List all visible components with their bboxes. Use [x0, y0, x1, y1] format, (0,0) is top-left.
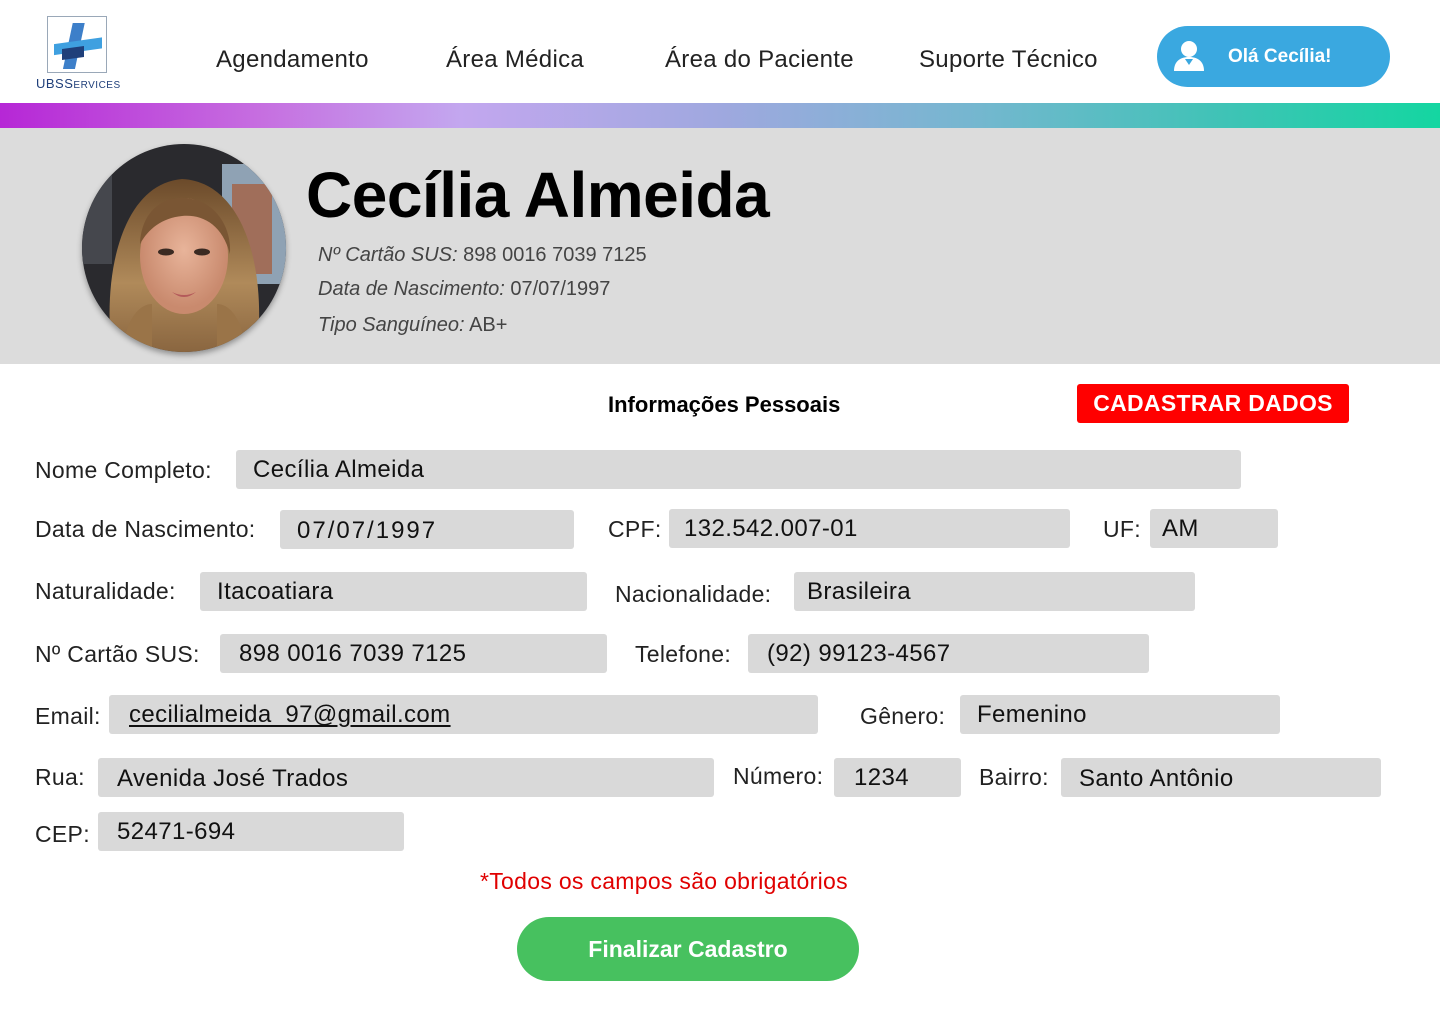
input-nascimento[interactable]: 07/07/1997	[280, 510, 574, 549]
email-value[interactable]: cecilialmeida_97@gmail.com	[129, 701, 451, 728]
label-nome: Nome Completo:	[35, 457, 212, 483]
logo-wordmark: UBSSERVICES	[36, 76, 121, 91]
ubs-logo[interactable]: UBSSERVICES	[36, 14, 124, 94]
label-cep: CEP:	[35, 821, 90, 847]
input-cpf[interactable]: 132.542.007-01	[669, 509, 1070, 548]
nav-area-paciente[interactable]: Área do Paciente	[665, 46, 854, 74]
avatar	[82, 144, 286, 352]
user-icon	[1172, 38, 1206, 72]
register-data-button[interactable]: CADASTRAR DADOS	[1077, 384, 1349, 423]
input-bairro[interactable]: Santo Antônio	[1061, 758, 1381, 797]
label-rua: Rua:	[35, 764, 85, 790]
user-greeting-label: Olá Cecília!	[1228, 46, 1332, 67]
profile-sus: Nº Cartão SUS: 898 0016 7039 7125	[318, 244, 647, 266]
nav-area-medica[interactable]: Área Médica	[446, 46, 584, 74]
label-numero: Número:	[733, 763, 824, 789]
label-sus: Nº Cartão SUS:	[35, 641, 200, 667]
label-uf: UF:	[1103, 516, 1141, 542]
profile-birthdate: Data de Nascimento: 07/07/1997	[318, 278, 611, 300]
label-nacionalidade: Nacionalidade:	[615, 581, 772, 607]
required-fields-note: *Todos os campos são obrigatórios	[480, 868, 848, 894]
input-cep[interactable]: 52471-694	[98, 812, 404, 851]
label-email: Email:	[35, 703, 101, 729]
logo-cross-icon	[47, 16, 107, 73]
label-genero: Gênero:	[860, 703, 946, 729]
input-nome[interactable]: Cecília Almeida	[236, 450, 1241, 489]
input-nacionalidade[interactable]: Brasileira	[794, 572, 1195, 611]
input-genero[interactable]: Femenino	[960, 695, 1280, 734]
input-naturalidade[interactable]: Itacoatiara	[200, 572, 587, 611]
finish-registration-button[interactable]: Finalizar Cadastro	[517, 917, 859, 981]
input-sus[interactable]: 898 0016 7039 7125	[220, 634, 607, 673]
input-email[interactable]: cecilialmeida_97@gmail.com	[109, 695, 818, 734]
nav-agendamento[interactable]: Agendamento	[216, 46, 369, 74]
label-telefone: Telefone:	[635, 641, 732, 667]
input-numero[interactable]: 1234	[834, 758, 961, 797]
input-rua[interactable]: Avenida José Trados	[98, 758, 714, 797]
patient-name: Cecília Almeida	[306, 159, 770, 231]
label-nascimento: Data de Nascimento:	[35, 516, 256, 542]
section-title: Informações Pessoais	[608, 392, 841, 417]
label-naturalidade: Naturalidade:	[35, 578, 176, 604]
input-uf[interactable]: AM	[1150, 509, 1278, 548]
input-telefone[interactable]: (92) 99123-4567	[748, 634, 1149, 673]
profile-banner: Cecília Almeida Nº Cartão SUS: 898 0016 …	[0, 128, 1440, 364]
profile-blood-type: Tipo Sanguíneo: AB+	[318, 314, 508, 336]
user-greeting-button[interactable]: Olá Cecília!	[1157, 26, 1390, 87]
label-cpf: CPF:	[608, 516, 662, 542]
nav-suporte-tecnico[interactable]: Suporte Técnico	[919, 46, 1098, 74]
label-bairro: Bairro:	[979, 764, 1049, 790]
top-header: UBSSERVICES Agendamento Área Médica Área…	[0, 0, 1440, 103]
gradient-divider	[0, 103, 1440, 128]
